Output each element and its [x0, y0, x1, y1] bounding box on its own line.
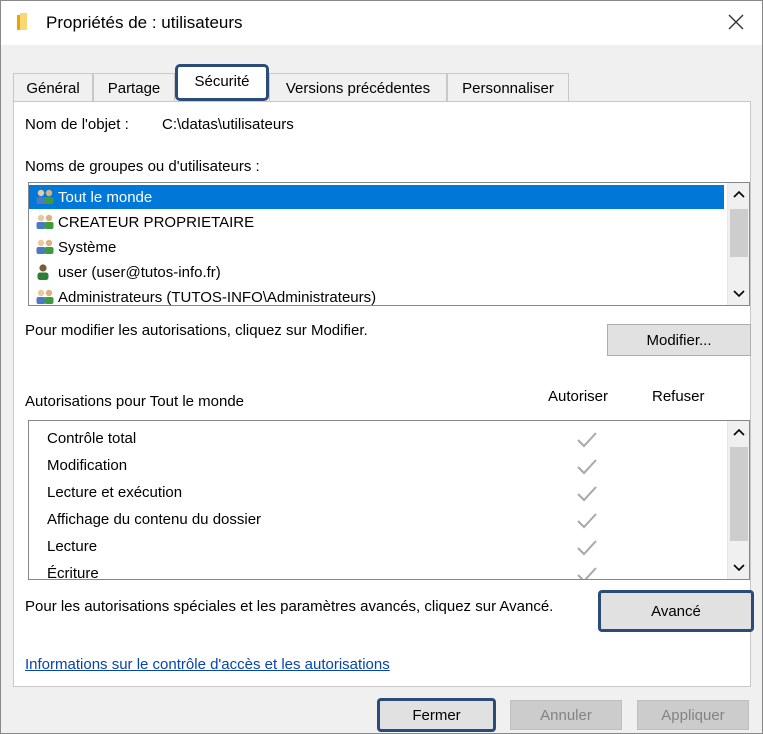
scroll-up-button[interactable] [728, 421, 749, 443]
chevron-down-icon [733, 290, 745, 298]
object-name-label: Nom de l'objet : [25, 116, 129, 133]
window-title: Propriétés de : utilisateurs [46, 13, 243, 32]
check-icon [577, 540, 597, 556]
modify-hint: Pour modifier les autorisations, cliquez… [25, 322, 368, 339]
object-name-value: C:\datas\utilisateurs [162, 116, 294, 133]
deny-column-header: Refuser [652, 388, 705, 405]
close-window-button[interactable] [716, 5, 756, 39]
tab-partage[interactable]: Partage [93, 73, 175, 101]
check-icon [577, 567, 597, 579]
group-icon [36, 289, 54, 304]
group-icon [36, 239, 54, 254]
permission-row: Modification [29, 453, 719, 480]
permission-row: Écriture [29, 561, 719, 579]
user-icon [37, 264, 49, 280]
group-item-systeme[interactable]: Système [29, 235, 724, 259]
permissions-list: Contrôle total Modification Lecture et e… [28, 420, 750, 580]
tab-personnaliser[interactable]: Personnaliser [447, 73, 569, 101]
title-bar: Propriétés de : utilisateurs [1, 1, 762, 45]
permission-row: Lecture et exécution [29, 480, 719, 507]
security-panel: Nom de l'objet : C:\datas\utilisateurs N… [13, 101, 754, 687]
close-icon [728, 14, 744, 30]
chevron-up-icon [733, 190, 745, 198]
permissions-heading: Autorisations pour Tout le monde [25, 393, 245, 410]
folder-icon [17, 13, 27, 30]
group-item-tout-le-monde[interactable]: Tout le monde [29, 185, 724, 209]
advanced-button[interactable]: Avancé [598, 590, 754, 632]
group-icon [36, 189, 54, 204]
allow-column-header: Autoriser [548, 388, 609, 405]
check-icon [577, 513, 597, 529]
groups-listbox[interactable]: Tout le monde CREATEUR PROPRIETAIRE Syst… [28, 182, 750, 306]
permission-row: Affichage du contenu du dossier [29, 507, 719, 534]
group-item-user[interactable]: user (user@tutos-info.fr) [29, 260, 724, 284]
tab-securite[interactable]: Sécurité [175, 64, 269, 101]
tab-versions-precedentes[interactable]: Versions précédentes [269, 73, 447, 101]
permissions-scrollbar[interactable] [727, 421, 749, 579]
permission-row: Lecture [29, 534, 719, 561]
scroll-thumb[interactable] [730, 209, 748, 257]
scroll-down-button[interactable] [728, 557, 749, 579]
groups-scrollbar[interactable] [727, 183, 749, 305]
check-icon [577, 432, 597, 448]
cancel-button[interactable]: Annuler [510, 700, 622, 730]
group-item-administrateurs[interactable]: Administrateurs (TUTOS-INFO\Administrate… [29, 285, 724, 305]
advanced-hint: Pour les autorisations spéciales et les … [25, 598, 554, 615]
access-control-help-link[interactable]: Informations sur le contrôle d'accès et … [25, 656, 390, 673]
close-button[interactable]: Fermer [377, 698, 496, 732]
scroll-thumb[interactable] [730, 447, 748, 541]
check-icon [577, 459, 597, 475]
tab-general[interactable]: Général [13, 73, 93, 101]
chevron-up-icon [733, 428, 745, 436]
check-icon [577, 486, 597, 502]
groups-heading: Noms de groupes ou d'utilisateurs : [25, 158, 260, 175]
scroll-down-button[interactable] [728, 283, 749, 305]
modify-button[interactable]: Modifier... [607, 324, 751, 356]
apply-button[interactable]: Appliquer [637, 700, 749, 730]
chevron-down-icon [733, 564, 745, 572]
group-icon [36, 214, 54, 229]
properties-dialog: Propriétés de : utilisateurs Général Par… [0, 0, 763, 734]
scroll-up-button[interactable] [728, 183, 749, 205]
group-item-createur-proprietaire[interactable]: CREATEUR PROPRIETAIRE [29, 210, 724, 234]
permission-row: Contrôle total [29, 426, 719, 453]
